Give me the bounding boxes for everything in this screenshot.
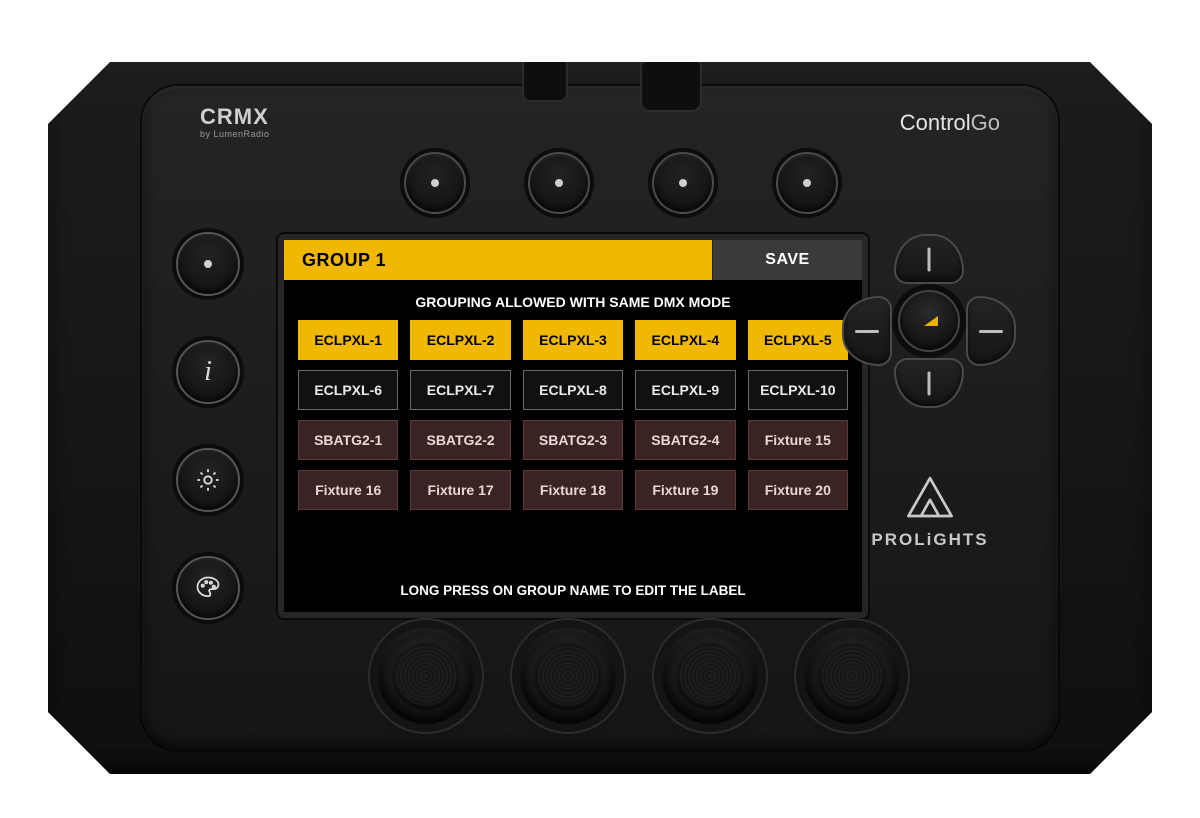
fixture-tile[interactable]: Fixture 17 bbox=[410, 470, 510, 510]
dpad-left[interactable] bbox=[842, 296, 892, 366]
record-button[interactable] bbox=[176, 232, 240, 296]
line-icon bbox=[979, 330, 1003, 333]
fixture-tile[interactable]: Fixture 15 bbox=[748, 420, 848, 460]
prolights-mark-icon bbox=[903, 474, 957, 522]
pointer-icon bbox=[924, 316, 938, 326]
fixture-tile[interactable]: ECLPXL-1 bbox=[298, 320, 398, 360]
dpad-right[interactable] bbox=[966, 296, 1016, 366]
fixture-tile[interactable]: ECLPXL-7 bbox=[410, 370, 510, 410]
top-button-row bbox=[404, 152, 838, 214]
fixture-tile[interactable]: ECLPXL-3 bbox=[523, 320, 623, 360]
fixture-tile[interactable]: SBATG2-4 bbox=[635, 420, 735, 460]
dpad-center[interactable] bbox=[898, 290, 960, 352]
soft-button-3[interactable] bbox=[652, 152, 714, 214]
dpad-down[interactable] bbox=[894, 358, 964, 408]
prolights-word: PROLiGHTS bbox=[850, 530, 1010, 550]
info-button[interactable]: i bbox=[176, 340, 240, 404]
gear-icon bbox=[194, 466, 222, 494]
soft-button-2[interactable] bbox=[528, 152, 590, 214]
palette-button[interactable] bbox=[176, 556, 240, 620]
palette-icon bbox=[194, 574, 222, 602]
fixture-tile[interactable]: ECLPXL-8 bbox=[523, 370, 623, 410]
screen-footer: LONG PRESS ON GROUP NAME TO EDIT THE LAB… bbox=[284, 571, 862, 612]
fixture-tile[interactable]: ECLPXL-10 bbox=[748, 370, 848, 410]
prolights-logo: PROLiGHTS bbox=[850, 474, 1010, 550]
fixture-tile[interactable]: SBATG2-1 bbox=[298, 420, 398, 460]
left-button-column: i bbox=[176, 232, 240, 620]
fixture-tile[interactable]: ECLPXL-2 bbox=[410, 320, 510, 360]
save-button[interactable]: SAVE bbox=[712, 240, 862, 280]
connector-large bbox=[640, 56, 702, 112]
dpad-up[interactable] bbox=[894, 234, 964, 284]
fixture-tile[interactable]: SBATG2-2 bbox=[410, 420, 510, 460]
line-icon bbox=[855, 330, 879, 333]
lcd-screen: GROUP 1 SAVE GROUPING ALLOWED WITH SAME … bbox=[278, 234, 868, 618]
line-icon bbox=[928, 371, 931, 395]
encoder-3[interactable] bbox=[662, 628, 758, 724]
encoder-row bbox=[378, 628, 900, 724]
crmx-sub: by LumenRadio bbox=[200, 130, 270, 139]
fixture-tile[interactable]: Fixture 20 bbox=[748, 470, 848, 510]
fixture-tile[interactable]: Fixture 19 bbox=[635, 470, 735, 510]
fixture-tile[interactable]: ECLPXL-4 bbox=[635, 320, 735, 360]
fixture-tile[interactable]: Fixture 18 bbox=[523, 470, 623, 510]
fixture-grid: ECLPXL-1 ECLPXL-2 ECLPXL-3 ECLPXL-4 ECLPXL-5… bbox=[284, 320, 862, 510]
encoder-4[interactable] bbox=[804, 628, 900, 724]
screen-header: GROUP 1 SAVE bbox=[284, 240, 862, 280]
fixture-tile[interactable]: ECLPXL-6 bbox=[298, 370, 398, 410]
product-name: ControlGo bbox=[900, 110, 1000, 136]
device-panel: CRMX by LumenRadio ControlGo i bbox=[142, 86, 1058, 750]
connector-small bbox=[522, 56, 568, 102]
fixture-tile[interactable]: ECLPXL-9 bbox=[635, 370, 735, 410]
fixture-tile[interactable]: Fixture 16 bbox=[298, 470, 398, 510]
info-icon: i bbox=[204, 356, 212, 388]
dpad bbox=[844, 236, 1014, 406]
encoder-1[interactable] bbox=[378, 628, 474, 724]
soft-button-1[interactable] bbox=[404, 152, 466, 214]
product-suffix: Go bbox=[971, 110, 1000, 135]
settings-button[interactable] bbox=[176, 448, 240, 512]
crmx-logo: CRMX by LumenRadio bbox=[200, 106, 270, 139]
device-body: CRMX by LumenRadio ControlGo i bbox=[48, 62, 1152, 774]
screen-subtitle: GROUPING ALLOWED WITH SAME DMX MODE bbox=[284, 280, 862, 320]
fixture-tile[interactable]: SBATG2-3 bbox=[523, 420, 623, 460]
crmx-word: CRMX bbox=[200, 104, 269, 129]
product-prefix: Control bbox=[900, 110, 971, 135]
group-title[interactable]: GROUP 1 bbox=[284, 240, 712, 280]
line-icon bbox=[928, 247, 931, 271]
soft-button-4[interactable] bbox=[776, 152, 838, 214]
encoder-2[interactable] bbox=[520, 628, 616, 724]
fixture-tile[interactable]: ECLPXL-5 bbox=[748, 320, 848, 360]
